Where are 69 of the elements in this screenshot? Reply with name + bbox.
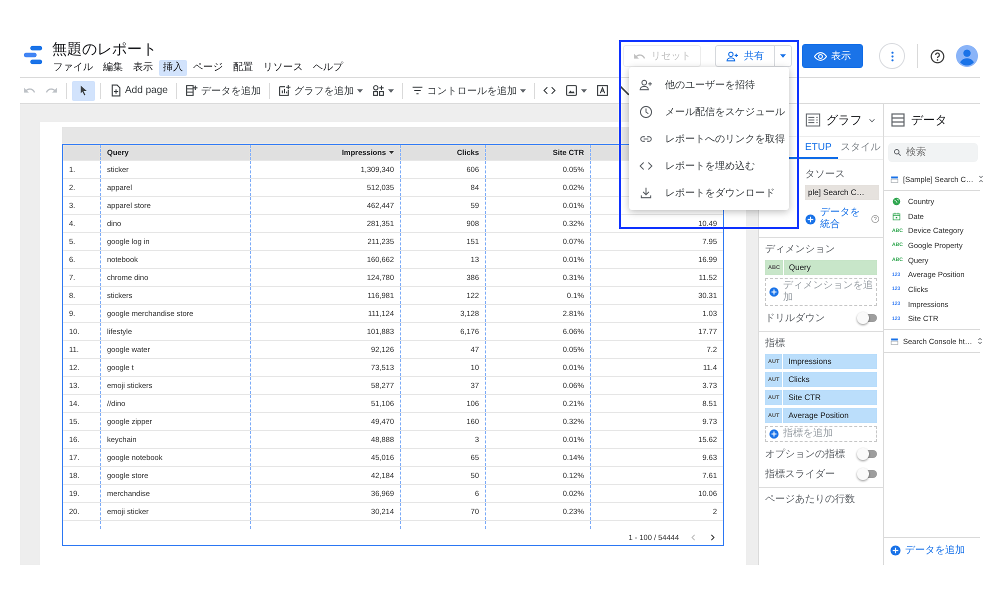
- code-icon: [542, 84, 556, 97]
- toggle-label: オプションの指標: [765, 448, 845, 460]
- toggle-switch[interactable]: [859, 314, 877, 322]
- share-menu-item[interactable]: メール配信をスケジュール: [629, 98, 789, 125]
- menu-item[interactable]: 編集: [99, 60, 127, 76]
- add-data-link[interactable]: データを追加: [884, 537, 980, 565]
- report-title: 無題のレポート: [52, 40, 158, 60]
- expand-icon[interactable]: [976, 337, 984, 346]
- globe-icon: [892, 196, 901, 206]
- add-chart-icon: [278, 84, 291, 97]
- toggle-label: ドリルダウン: [765, 312, 825, 324]
- add-control-button[interactable]: コントロールを追加: [408, 80, 529, 100]
- collapse-icon[interactable]: [977, 175, 986, 183]
- eye-icon: [814, 50, 827, 62]
- view-button[interactable]: 表示: [802, 44, 863, 68]
- select-tool-button[interactable]: [72, 80, 95, 100]
- search-field[interactable]: 検索: [888, 143, 978, 162]
- filter-icon: [410, 84, 424, 97]
- menu-item[interactable]: ページ: [189, 60, 227, 76]
- plus-icon: [805, 214, 816, 224]
- panel-title: グラフ: [826, 112, 862, 128]
- help-icon[interactable]: [930, 48, 945, 64]
- menu-item[interactable]: ヘルプ: [309, 60, 347, 76]
- add-page-button[interactable]: Add page: [106, 80, 171, 100]
- toggle-switch[interactable]: [859, 470, 877, 478]
- calendar-icon: [892, 212, 901, 221]
- section-heading: ディメンション: [765, 243, 836, 257]
- toggle-switch[interactable]: [859, 450, 877, 458]
- blend-data-button[interactable]: データを統合: [805, 207, 869, 231]
- caret-icon: [780, 54, 786, 58]
- search-icon: [893, 148, 902, 157]
- sort-descending-icon[interactable]: [389, 151, 394, 154]
- add-chart-button[interactable]: グラフを追加: [274, 80, 366, 100]
- share-menu-item[interactable]: レポートをダウンロード: [629, 179, 789, 206]
- panel-tab[interactable]: スタイル: [838, 137, 883, 159]
- data-list-icon: [890, 112, 906, 128]
- image-icon: [564, 84, 578, 97]
- section-heading: 指標: [765, 337, 786, 351]
- avatar-icon[interactable]: [956, 45, 978, 67]
- share-button[interactable]: 共有: [715, 45, 775, 67]
- logo-icon: [22, 44, 44, 66]
- share-dropdown-button[interactable]: [775, 45, 792, 67]
- database-icon: [890, 174, 899, 184]
- panel-title: データ: [911, 112, 947, 128]
- next-page-icon[interactable]: [708, 532, 717, 542]
- shapes-icon: [372, 84, 385, 97]
- menu-item[interactable]: 表示: [129, 60, 157, 76]
- add-page-icon: [109, 84, 122, 97]
- section-label: タソース: [805, 168, 846, 182]
- add-data-icon: [184, 84, 198, 97]
- plus-icon: [890, 544, 901, 556]
- share-menu-item[interactable]: 他のユーザーを招待: [629, 71, 789, 98]
- table-chart-icon: [805, 112, 821, 128]
- database-icon: [890, 336, 899, 346]
- toggle-label: 指標スライダー: [765, 468, 835, 480]
- add-data-button[interactable]: データを追加: [182, 80, 264, 100]
- clock-icon: [639, 104, 653, 118]
- menu-item[interactable]: 配置: [229, 60, 257, 76]
- section-heading: ページあたりの行数: [765, 493, 856, 507]
- person-add-icon: [726, 50, 739, 62]
- data-source-field[interactable]: ple] Search C…: [805, 185, 879, 200]
- person-add-icon: [639, 78, 653, 92]
- menu-item[interactable]: ファイル: [49, 60, 97, 76]
- download-icon: [639, 186, 653, 200]
- menu-item[interactable]: リソース: [259, 60, 307, 76]
- text-box-icon: [596, 84, 609, 97]
- plus-icon: [769, 429, 779, 439]
- menu-item[interactable]: 挿入: [159, 60, 187, 76]
- plus-icon: [769, 287, 779, 297]
